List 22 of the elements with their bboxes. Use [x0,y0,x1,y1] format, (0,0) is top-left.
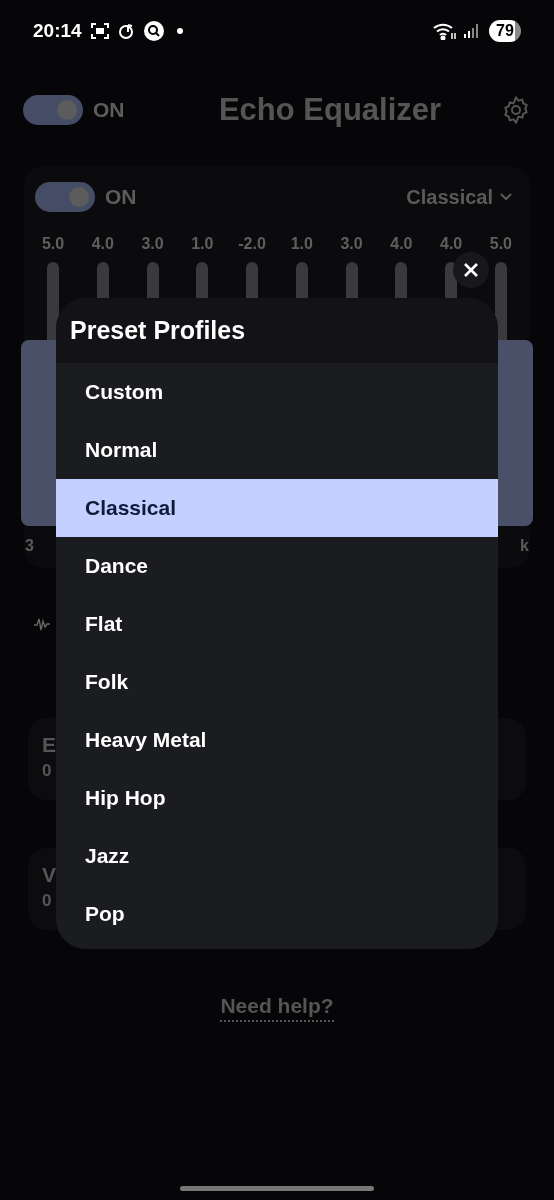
toggle-label: ON [93,97,125,124]
battery-indicator: 79 [489,20,521,42]
card-value: 0 [42,890,52,912]
gain-label: 4.0 [91,234,114,254]
gain-label: 3.0 [340,234,363,254]
toggle-label: ON [105,184,137,211]
card-title: V [42,862,56,888]
gain-label: -2.0 [238,234,266,254]
app-title: Echo Equalizer [217,90,443,129]
card-title: E [42,732,56,758]
gain-label: 4.0 [440,234,463,254]
gain-label: 4.0 [390,234,413,254]
frequency-label: 3 [25,536,34,556]
gain-label: 1.0 [191,234,214,254]
card-value: 0 [42,760,52,782]
gain-label: 5.0 [41,234,65,254]
gain-label: 5.0 [489,234,512,254]
gain-label: 3.0 [141,234,164,254]
clock: 20:14 [33,18,82,43]
frequency-label: k [520,536,529,556]
gain-label: 1.0 [290,234,313,254]
dialog-title: Preset Profiles [70,314,246,346]
